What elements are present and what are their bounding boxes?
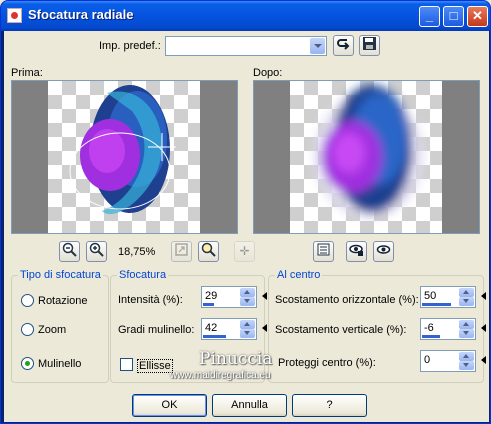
spin-down-icon[interactable] (240, 297, 255, 306)
app-icon (7, 8, 22, 23)
gradi-value[interactable]: 42 (205, 322, 217, 334)
reset-preset-button[interactable] (333, 35, 354, 56)
intensita-value[interactable]: 29 (205, 290, 217, 302)
spin-up-icon[interactable] (459, 288, 474, 297)
eye-lock-icon (349, 244, 363, 256)
title-bar[interactable]: Sfocatura radiale _ □ ✕ (1, 1, 490, 31)
spin-down-icon[interactable] (459, 297, 474, 306)
slider-arrow-icon[interactable] (262, 324, 267, 332)
radio-mulinello-label[interactable]: Mulinello (38, 358, 81, 370)
maximize-button[interactable]: □ (443, 6, 464, 27)
gradi-label: Gradi mulinello: (118, 324, 195, 336)
fit-window-icon (175, 243, 188, 256)
move-button[interactable]: ✛ (234, 241, 255, 262)
zoom-in-button[interactable] (86, 241, 107, 262)
orizz-label: Scostamento orizzontale (%): (275, 294, 419, 306)
orizz-value[interactable]: 50 (424, 290, 436, 302)
slider-arrow-icon[interactable] (481, 356, 486, 364)
zoom-out-button[interactable] (59, 241, 80, 262)
radio-zoom[interactable] (21, 323, 34, 336)
proof-button[interactable] (313, 241, 334, 262)
dialog-window: Sfocatura radiale _ □ ✕ Imp. predef.: Pr… (0, 0, 491, 424)
auto-proof-button[interactable] (346, 241, 367, 262)
before-preview[interactable] (11, 80, 238, 234)
ellisse-label[interactable]: Ellisse (137, 359, 173, 373)
dialog-body: Imp. predef.: Prima: Dopo: 18,75% ✛ Tipo… (4, 31, 489, 422)
zoom-to-fit-button[interactable] (171, 241, 192, 262)
orizz-spinner[interactable]: 50 (420, 286, 486, 308)
zoom-out-icon (62, 242, 77, 257)
vert-value[interactable]: -6 (424, 322, 434, 334)
chevron-down-icon[interactable] (310, 38, 325, 54)
ellisse-checkbox[interactable] (120, 358, 133, 371)
undo-arrow-icon (337, 39, 350, 50)
zoom-in-icon (89, 242, 104, 257)
move-cross-icon: ✛ (239, 244, 250, 258)
after-image (314, 85, 424, 218)
proteggi-label: Proteggi centro (%): (278, 357, 376, 369)
radio-rotazione-label[interactable]: Rotazione (38, 295, 88, 307)
intensita-level-bar (203, 303, 214, 306)
spin-up-icon[interactable] (240, 320, 255, 329)
cancel-button[interactable]: Annulla (212, 394, 287, 417)
before-label: Prima: (11, 67, 43, 79)
list-view-icon (317, 243, 330, 256)
eye-icon (376, 245, 391, 254)
floppy-disk-icon (363, 37, 376, 50)
zoom-level: 18,75% (118, 246, 156, 258)
spin-up-icon[interactable] (459, 352, 474, 361)
watermark-name: Pinuccia (199, 349, 273, 369)
window-title: Sfocatura radiale (28, 7, 134, 22)
radio-mulinello[interactable] (21, 357, 34, 370)
after-label: Dopo: (253, 67, 283, 79)
gradi-level-bar (203, 335, 226, 338)
vert-level-bar (422, 335, 440, 338)
radio-zoom-label[interactable]: Zoom (38, 324, 66, 336)
help-button[interactable]: ? (292, 394, 367, 417)
after-preview (253, 80, 480, 234)
preset-label: Imp. predef.: (99, 40, 161, 52)
before-image (69, 85, 176, 215)
preset-dropdown[interactable] (165, 36, 327, 56)
vert-spinner[interactable]: -6 (420, 318, 486, 340)
ok-button[interactable]: OK (132, 394, 207, 417)
spin-up-icon[interactable] (459, 320, 474, 329)
spin-up-icon[interactable] (240, 288, 255, 297)
intensita-label: Intensità (%): (118, 294, 183, 306)
gradi-spinner[interactable]: 42 (201, 318, 267, 340)
vert-label: Scostamento verticale (%): (275, 324, 407, 336)
blur-legend: Sfocatura (119, 269, 167, 281)
minimize-button[interactable]: _ (419, 6, 440, 27)
proteggi-spinner[interactable]: 0 (420, 350, 486, 372)
slider-arrow-icon[interactable] (481, 324, 486, 332)
slider-arrow-icon[interactable] (262, 292, 267, 300)
spin-down-icon[interactable] (459, 361, 474, 370)
orizz-level-bar (422, 303, 451, 306)
slider-arrow-icon[interactable] (481, 292, 486, 300)
radio-rotazione[interactable] (21, 294, 34, 307)
preview-toggle-button[interactable] (373, 241, 394, 262)
magnifier-pan-icon (201, 242, 216, 257)
close-button[interactable]: ✕ (467, 6, 488, 27)
intensita-spinner[interactable]: 29 (201, 286, 267, 308)
save-preset-button[interactable] (359, 35, 380, 56)
spin-down-icon[interactable] (240, 329, 255, 338)
watermark-url: www.maidiregrafica.eu (170, 370, 271, 381)
spin-down-icon[interactable] (459, 329, 474, 338)
pan-view-button[interactable] (198, 241, 219, 262)
blur-type-legend: Tipo di sfocatura (20, 269, 101, 281)
proteggi-value[interactable]: 0 (424, 354, 430, 366)
center-legend: Al centro (277, 269, 321, 281)
